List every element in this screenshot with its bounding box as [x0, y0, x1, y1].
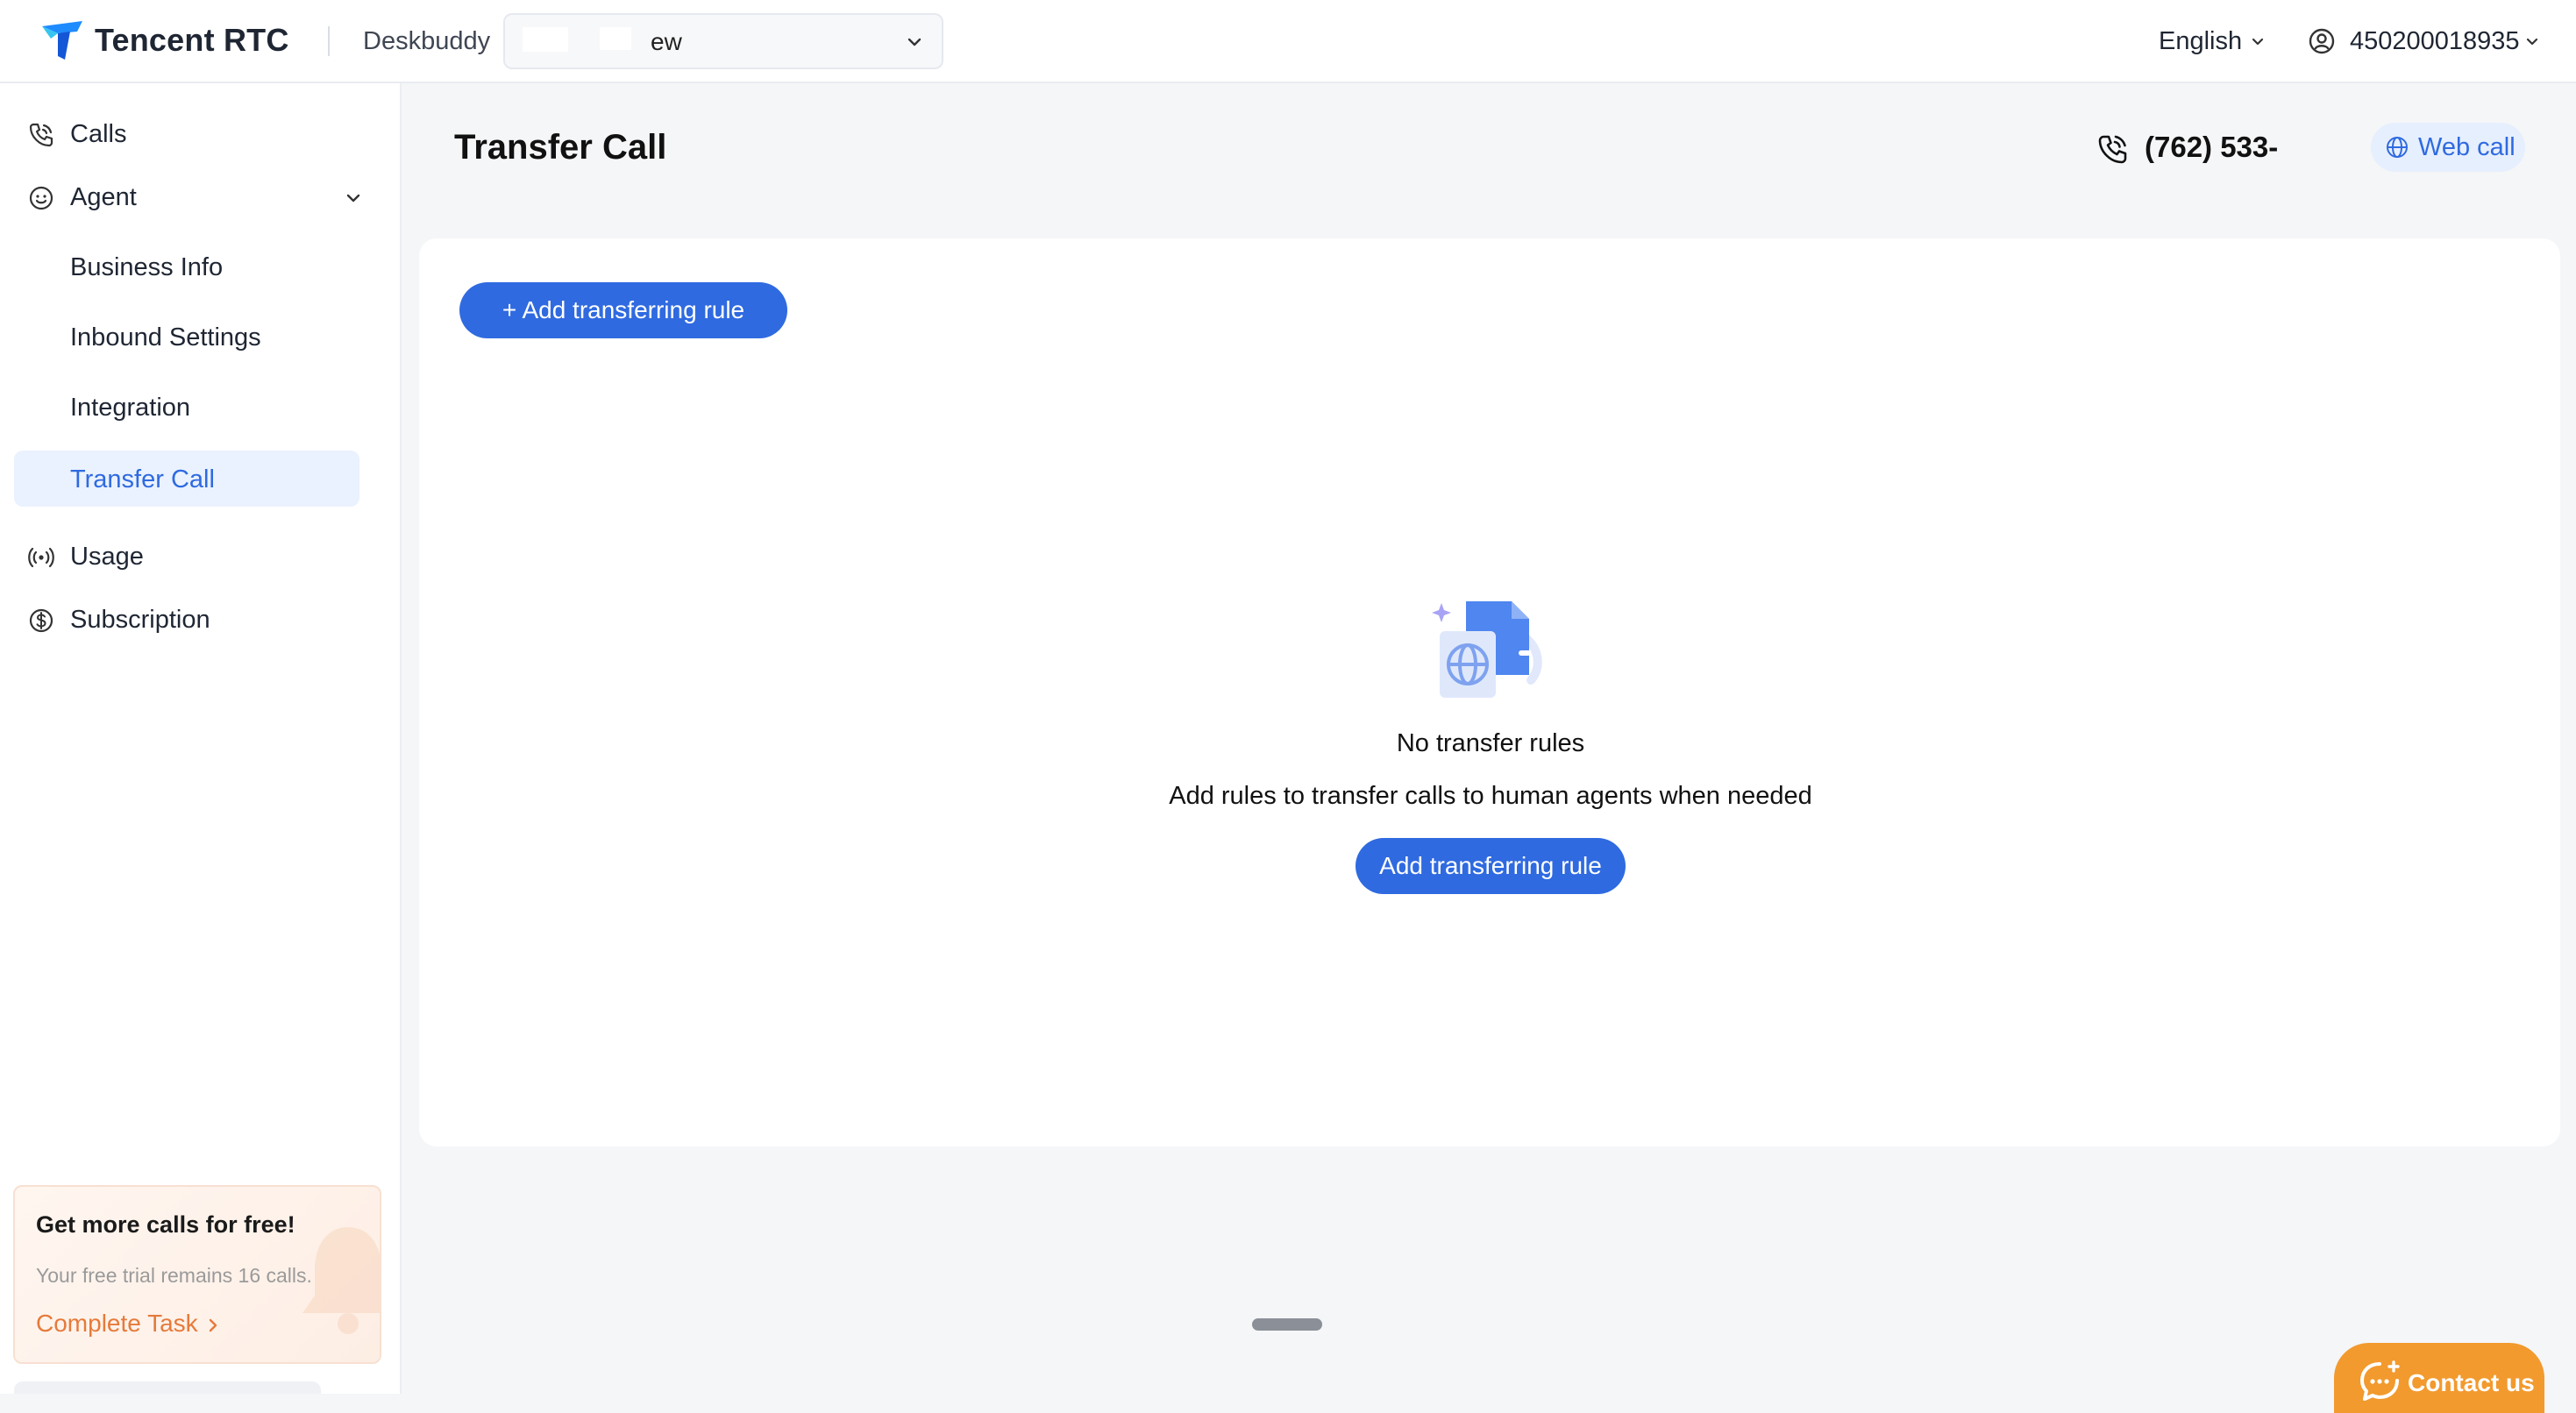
- sidebar-item-subscription[interactable]: Subscription: [0, 593, 402, 644]
- sidebar-item-calls[interactable]: Calls: [0, 108, 402, 159]
- contact-us-button[interactable]: Contact us: [2334, 1343, 2544, 1413]
- dollar-circle-icon: [29, 608, 53, 633]
- chat-bubble-icon: [2360, 1360, 2400, 1401]
- agent-face-icon: [29, 186, 53, 210]
- chevron-down-icon[interactable]: [2523, 33, 2541, 51]
- add-transferring-rule-button[interactable]: + Add transferring rule: [459, 282, 787, 338]
- chevron-down-icon: [346, 194, 360, 202]
- promo-title: Get more calls for free!: [36, 1211, 295, 1238]
- top-header: Tencent RTC Deskbuddy ew English 4502000…: [0, 0, 2576, 83]
- sidebar-item-label: Subscription: [70, 606, 210, 634]
- page-title: Transfer Call: [454, 128, 667, 167]
- account-id[interactable]: 450200018935: [2350, 27, 2520, 56]
- sidebar-item-usage[interactable]: Usage: [0, 530, 402, 581]
- globe-icon: [2387, 137, 2408, 158]
- header-divider: [328, 26, 330, 56]
- tencent-rtc-logo[interactable]: [39, 18, 86, 65]
- project-select[interactable]: ew: [503, 13, 943, 69]
- sidebar-item-label: Integration: [70, 394, 191, 422]
- sidebar-item-transfer-call[interactable]: Transfer Call: [14, 451, 359, 507]
- empty-state-title: No transfer rules: [1396, 729, 1585, 757]
- broadcast-icon: [28, 547, 54, 568]
- app-name: Deskbuddy: [363, 27, 491, 55]
- contact-us-label: Contact us: [2408, 1369, 2535, 1396]
- free-calls-promo: Get more calls for free! Your free trial…: [13, 1185, 381, 1364]
- sidebar-item-agent[interactable]: Agent: [0, 171, 402, 222]
- sidebar-item-label: Transfer Call: [70, 465, 215, 493]
- web-call-label: Web call: [2418, 133, 2516, 161]
- sidebar-item-label: Inbound Settings: [70, 323, 261, 351]
- web-call-button[interactable]: Web call: [2371, 123, 2525, 172]
- phone-call-icon: [2098, 135, 2127, 164]
- empty-state-illustration-icon: [1432, 601, 1542, 698]
- sidebar-item-inbound-settings[interactable]: Inbound Settings: [14, 309, 359, 365]
- user-circle-icon[interactable]: [2308, 27, 2336, 55]
- chevron-down-icon[interactable]: [2249, 33, 2266, 51]
- language-select[interactable]: English: [2159, 27, 2242, 56]
- sidebar-item-integration[interactable]: Integration: [14, 379, 359, 435]
- add-transferring-rule-center-button[interactable]: Add transferring rule: [1356, 838, 1626, 894]
- sidebar-item-label: Business Info: [70, 253, 224, 281]
- chevron-right-icon[interactable]: [204, 1317, 222, 1334]
- sidebar: Calls Agent Business Info Inbound Settin…: [0, 83, 402, 1394]
- project-select-value: ew: [651, 28, 682, 55]
- redacted-area: [600, 27, 631, 50]
- chevron-down-icon: [907, 38, 922, 46]
- sidebar-item-label: Calls: [70, 120, 127, 148]
- phone-call-icon: [29, 123, 53, 147]
- sidebar-item-label: Agent: [70, 183, 137, 211]
- empty-state-description: Add rules to transfer calls to human age…: [1169, 782, 1812, 810]
- sidebar-item-label: Usage: [70, 543, 144, 571]
- brand-name[interactable]: Tencent RTC: [95, 22, 289, 59]
- promo-subtitle: Your free trial remains 16 calls.: [36, 1264, 312, 1287]
- complete-task-link[interactable]: Complete Task: [36, 1310, 198, 1338]
- sidebar-item-business-info[interactable]: Business Info: [14, 238, 359, 295]
- scroll-handle[interactable]: [1252, 1318, 1322, 1331]
- phone-number: (762) 533-: [2145, 131, 2279, 163]
- sidebar-footer-stub: [14, 1381, 321, 1394]
- redacted-area: [2306, 124, 2341, 163]
- redacted-area: [523, 27, 568, 52]
